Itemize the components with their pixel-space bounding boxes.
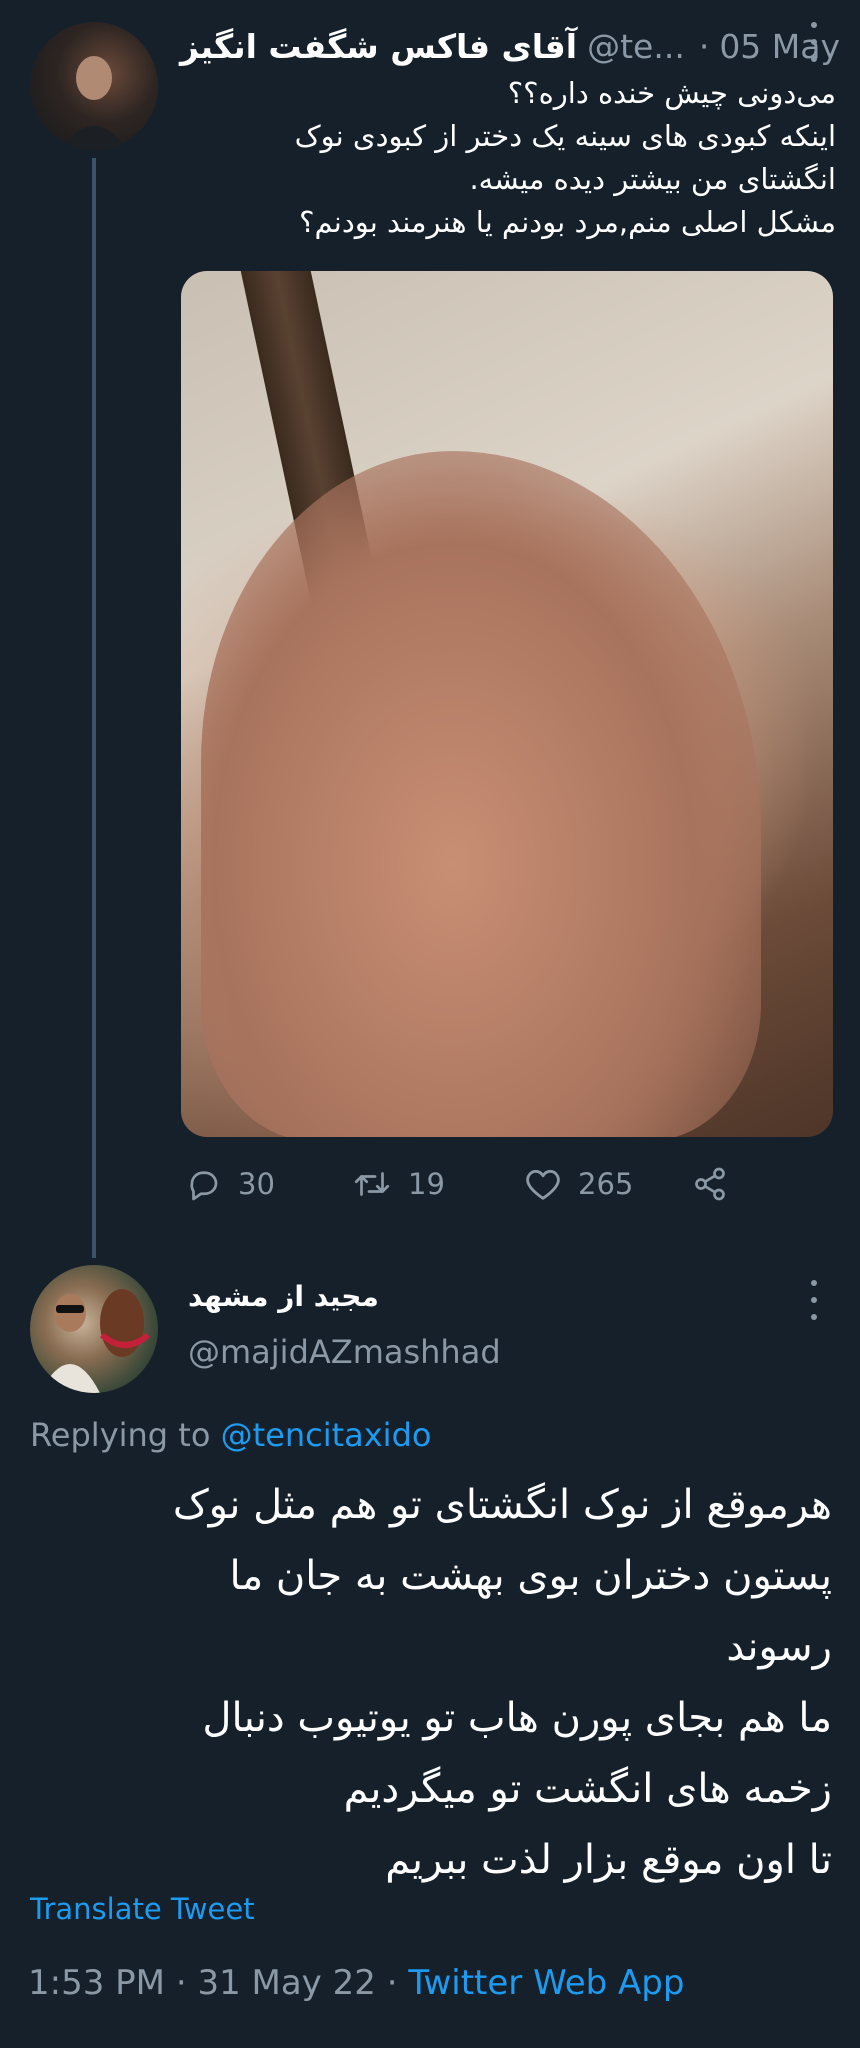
tweet-text-line: زخمه های انگشت تو میگردیم [343,1766,832,1812]
tweet-media-photo[interactable] [181,271,833,1137]
more-options-icon[interactable] [804,22,824,62]
reply-author-handle[interactable]: @majidAZmashhad [188,1333,501,1371]
tweet-text-line: می‌دونی چیش خنده داره؟؟ [507,76,836,110]
retweet-button[interactable]: 19 [352,1166,524,1202]
heart-icon [526,1169,560,1200]
reply-tweet-text: هرموقع از نوک انگشتای تو هم مثل نوک پستو… [30,1470,832,1896]
reply-author-name[interactable]: مجید از مشهد [188,1280,379,1313]
tweet-timestamp-line: 1:53 PM · 31 May 22 · Twitter Web App [28,1963,684,2003]
tweet-text-line: تا اون موقع بزار لذت ببریم [385,1837,832,1883]
translate-tweet-link[interactable]: Translate Tweet [30,1892,255,1926]
tweet-action-bar: 30 19 265 [186,1160,746,1208]
share-icon [695,1167,725,1201]
replying-to-line: Replying to @tencitaxido [30,1416,431,1454]
like-button[interactable]: 265 [524,1166,692,1202]
thread-connector-line [92,158,96,1258]
tweet-date[interactable]: 31 May 22 [197,1963,375,2003]
retweet-count: 19 [408,1167,445,1201]
avatar-reply-author[interactable] [30,1265,158,1393]
replying-to-prefix: Replying to [30,1416,211,1454]
retweet-icon [354,1172,390,1196]
share-button[interactable] [692,1166,744,1202]
tweet-text-line: انگشتای من بیشتر دیده میشه. [469,162,836,196]
reply-count: 30 [238,1167,275,1201]
parent-tweet-text: می‌دونی چیش خنده داره؟؟ اینکه کبودی های … [180,72,836,244]
more-options-icon[interactable] [804,1280,824,1320]
avatar-parent-author[interactable] [30,22,158,150]
header-separator: · [698,26,710,66]
parent-author-handle[interactable]: @te... [587,27,685,66]
tweet-time[interactable]: 1:53 PM [28,1963,165,2003]
tweet-text-line: هرموقع از نوک انگشتای تو هم مثل نوک [172,1482,832,1528]
meta-separator: · [175,1963,187,2003]
tweet-text-line: رسوند [726,1624,832,1670]
reply-icon [190,1171,218,1201]
reply-button[interactable]: 30 [186,1166,352,1202]
like-count: 265 [578,1167,634,1201]
photo-hand [201,451,761,1137]
parent-author-name[interactable]: آقای فاکس شگفت انگیز [180,27,577,66]
replying-to-handle-link[interactable]: @tencitaxido [221,1416,432,1454]
tweet-text-line: مشکل اصلی منم,مرد بودنم یا هنرمند بودنم؟ [299,205,836,239]
tweet-text-line: پستون دختران بوی بهشت به جان ما [229,1553,833,1599]
meta-separator: · [386,1963,398,2003]
tweet-text-line: ما هم بجای پورن هاب تو یوتیوب دنبال [202,1695,832,1741]
tweet-source-link[interactable]: Twitter Web App [408,1963,684,2003]
parent-tweet-header: آقای فاکس شگفت انگیز @te... · 05 May [180,22,840,70]
tweet-text-line: اینکه کبودی های سینه یک دختر از کبودی نو… [294,119,836,153]
